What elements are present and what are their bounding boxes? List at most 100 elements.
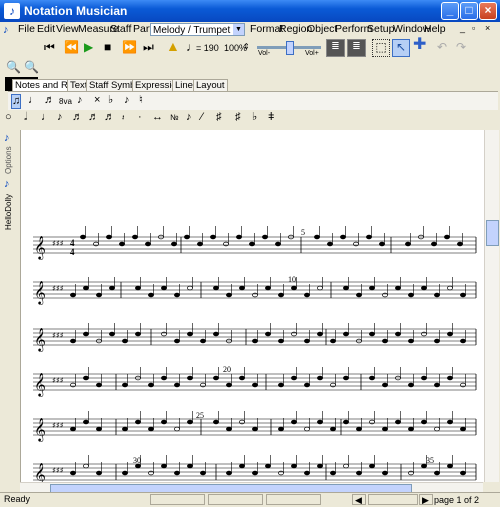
note[interactable] [197,241,203,247]
note[interactable] [213,375,219,381]
note[interactable] [408,292,414,298]
half-note-icon[interactable]: 𝅗𝅥 [24,111,28,124]
vertical-scrollbar[interactable] [484,130,499,482]
note[interactable] [291,285,297,291]
note[interactable] [395,331,401,337]
tab-layout[interactable]: Layout [193,79,228,91]
note[interactable] [278,382,284,388]
note[interactable] [122,382,128,388]
note[interactable] [174,426,180,432]
mdi-restore-button[interactable]: ▫ [472,23,475,33]
note[interactable] [434,470,440,476]
staff[interactable]: 𝄞 ♯♯♯ [33,367,477,397]
rest-icon[interactable]: 𝄽 [122,111,124,124]
note[interactable] [291,375,297,381]
note[interactable] [70,338,76,344]
note[interactable] [83,375,89,381]
sixteenth-note-icon[interactable]: ♬ [72,111,83,124]
note[interactable] [122,470,128,476]
natural-icon[interactable]: ♮ [139,94,143,107]
note[interactable] [265,463,271,469]
staff[interactable]: 𝄞 ♯♯♯ [33,323,477,352]
note[interactable] [226,292,232,298]
note[interactable] [369,419,375,425]
rewind-icon[interactable]: ⏪ [64,40,79,54]
note[interactable] [213,419,219,425]
undo-icon[interactable]: ↶ [437,40,447,54]
note[interactable] [353,241,359,247]
note[interactable] [210,234,216,240]
note[interactable] [382,292,388,298]
note[interactable] [148,382,154,388]
close-button[interactable]: × [479,2,497,20]
note[interactable] [80,234,86,240]
note[interactable] [262,234,268,240]
note[interactable] [408,470,414,476]
menu-file[interactable]: File [18,23,35,35]
note[interactable] [265,331,271,337]
whole-note-icon[interactable]: ○ [5,111,12,124]
note[interactable] [457,241,463,247]
accidental-icon[interactable]: ♭ [108,94,113,107]
tab-hellodolly[interactable]: HelloDolly [4,192,16,232]
staff[interactable]: 𝄞 ♯♯♯ [33,455,477,482]
note[interactable] [174,338,180,344]
note[interactable] [366,234,372,240]
note[interactable] [70,470,76,476]
respell-icon[interactable]: ♯ [235,111,241,124]
chevron-down-icon[interactable]: ▼ [233,24,244,35]
flag-icon[interactable]: ♪ [124,94,130,107]
note[interactable] [421,331,427,337]
note[interactable] [330,382,336,388]
note[interactable] [200,382,206,388]
note[interactable] [226,426,232,432]
note[interactable] [239,285,245,291]
note[interactable] [304,426,310,432]
note[interactable] [343,331,349,337]
note[interactable] [356,292,362,298]
keyboard-icon[interactable]: ≣ [347,39,366,57]
note[interactable] [226,382,232,388]
note[interactable] [148,470,154,476]
slash-icon[interactable]: ⁄ [201,111,203,124]
note[interactable] [343,419,349,425]
note[interactable] [356,426,362,432]
note[interactable] [148,426,154,432]
metronome-icon[interactable]: ▲ [166,39,180,53]
next-page-button[interactable]: ▶ [419,494,433,505]
tab-options[interactable]: Options [4,146,16,174]
mdi-minimize-button[interactable]: _ [460,23,465,33]
note[interactable] [395,419,401,425]
note[interactable] [314,234,320,240]
note[interactable] [187,463,193,469]
note[interactable] [96,292,102,298]
stop-icon[interactable]: ■ [104,40,111,54]
staff[interactable]: 𝄞 ♯♯♯ [33,226,477,260]
note[interactable] [291,463,297,469]
note[interactable] [317,285,323,291]
cross-staff-icon[interactable]: № [170,111,179,124]
menu-edit[interactable]: Edit [37,23,55,35]
staff[interactable]: 𝄞 ♯♯♯ [33,277,477,305]
note[interactable] [460,382,466,388]
note[interactable] [447,331,453,337]
note[interactable] [304,338,310,344]
note[interactable] [239,375,245,381]
maximize-button[interactable]: □ [460,2,478,20]
note[interactable] [148,292,154,298]
note[interactable] [83,419,89,425]
note[interactable] [161,331,167,337]
note[interactable] [223,241,229,247]
note[interactable] [70,382,76,388]
note[interactable] [83,285,89,291]
note[interactable] [291,419,297,425]
note[interactable] [70,426,76,432]
note[interactable] [434,426,440,432]
note[interactable] [161,285,167,291]
note[interactable] [447,285,453,291]
note[interactable] [447,375,453,381]
note[interactable] [239,419,245,425]
note[interactable] [460,426,466,432]
note[interactable] [278,292,284,298]
forward-end-icon[interactable]: ⏭ [143,40,154,54]
